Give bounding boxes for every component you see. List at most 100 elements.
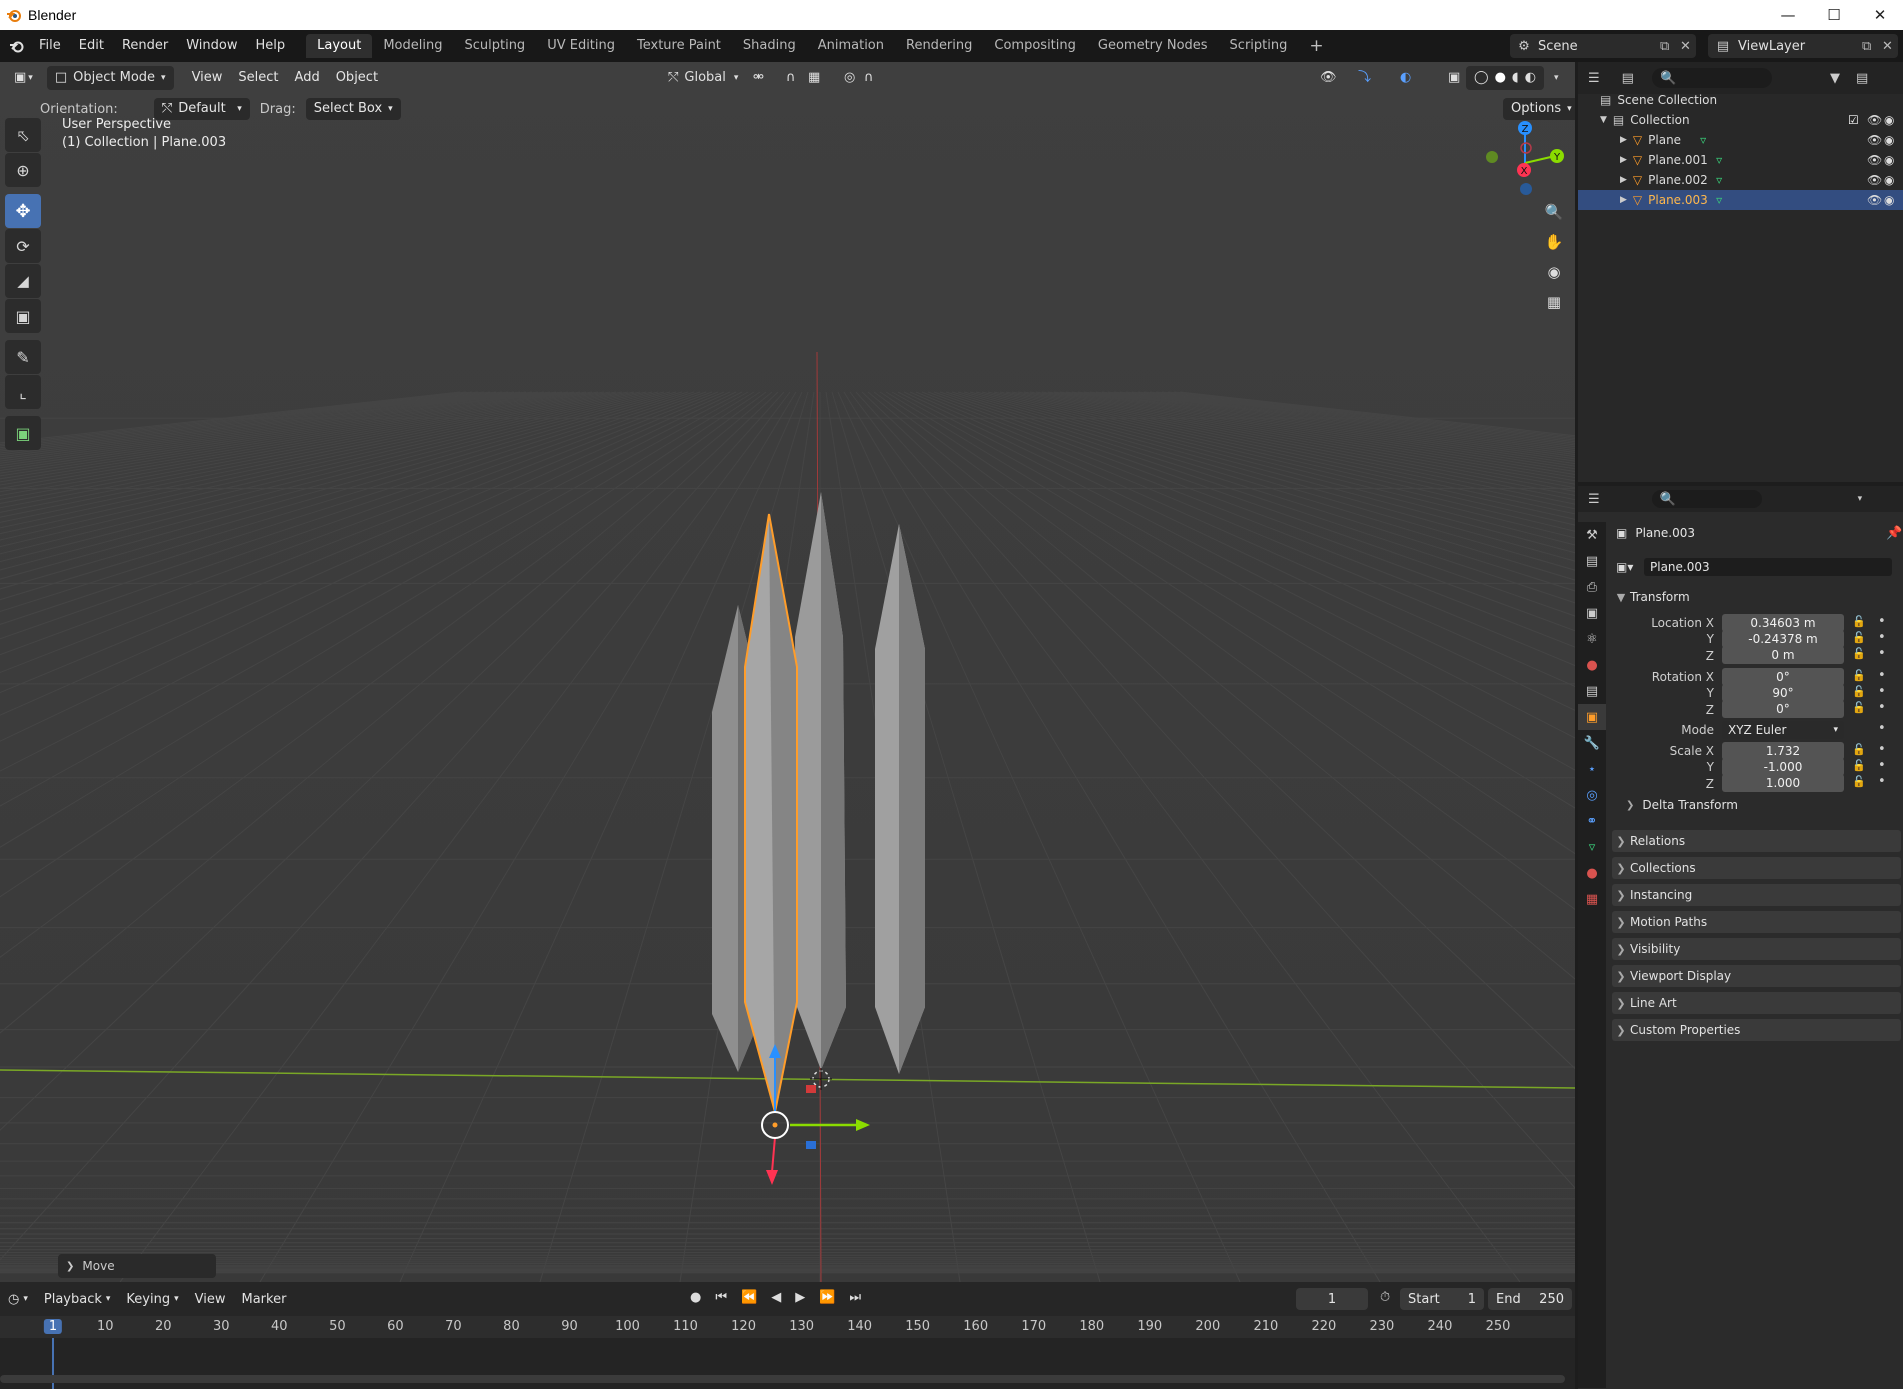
tab-sculpting[interactable]: Sculpting [453,34,536,58]
world-tab[interactable]: ● [1578,652,1606,678]
jump-end-icon[interactable]: ⏭ [849,1290,861,1305]
scene-tab[interactable]: ⚛ [1578,626,1606,652]
shading-options-chevron-icon[interactable]: ▾ [1554,73,1559,83]
eye-icon[interactable]: 👁 [1867,193,1882,207]
3d-viewport[interactable]: ▣ ▾ □ Object Mode ▾ View Select Add Objec… [0,62,1575,1282]
menu-window[interactable]: Window [177,30,246,62]
keyframe-dot-icon[interactable]: • [1878,684,1886,699]
gizmo-neg-z-icon[interactable] [1520,183,1532,195]
material-shading-icon[interactable]: ◖ [1512,66,1519,90]
keyframe-dot-icon[interactable]: • [1878,774,1886,789]
camera-icon[interactable]: ◉ [1884,133,1894,147]
prev-keyframe-icon[interactable]: ⏪ [741,1290,757,1305]
camera-icon[interactable]: ◉ [1884,113,1894,127]
outliner-item-plane[interactable]: ▶ ▽ Plane ▿ 👁 ◉ [1578,130,1903,150]
viewport-menu-view[interactable]: View [184,62,231,94]
tab-uv-editing[interactable]: UV Editing [536,34,626,58]
minimize-button[interactable]: — [1765,0,1811,30]
viewport-menu-select[interactable]: Select [230,62,286,94]
rendered-shading-icon[interactable]: ◐ [1525,66,1536,90]
transform-section-header[interactable]: ▼ Transform [1612,586,1901,608]
outliner-search-input[interactable]: 🔍 [1651,68,1772,88]
outliner-editor-icon[interactable]: ☰ [1588,71,1600,86]
camera-view-button[interactable]: ◉ [1540,258,1568,286]
transform-orientation-selector[interactable]: ⤲ Global ▾ [660,66,746,90]
object-tab[interactable]: ▣ [1578,704,1606,730]
overlay-toggle[interactable]: ◐ [1392,66,1419,90]
proportional-falloff-button[interactable]: ∩ [856,66,882,90]
relations-section[interactable]: ❯ Relations [1612,830,1901,852]
collection-tab[interactable]: ▤ [1578,678,1606,704]
timeline-menu-view[interactable]: View [187,1292,234,1307]
move-tool[interactable]: ✥ [5,194,41,228]
object-name-field[interactable]: Plane.003 [1644,558,1892,576]
close-icon[interactable]: ✕ [1680,39,1696,54]
lock-icon[interactable]: 🔓 [1852,685,1866,698]
camera-icon[interactable]: ◉ [1884,173,1894,187]
tab-animation[interactable]: Animation [807,34,895,58]
viewport-scene[interactable] [0,62,1575,1282]
copy-icon[interactable]: ⧉ [1862,39,1882,54]
tab-geometry-nodes[interactable]: Geometry Nodes [1087,34,1219,58]
eye-icon[interactable]: 👁 [1867,113,1882,127]
rotation-z-field[interactable]: 0° [1722,700,1844,718]
keyframe-dot-icon[interactable]: • [1878,700,1886,715]
motion-paths-section[interactable]: ❯ Motion Paths [1612,911,1901,933]
mode-selector[interactable]: □ Object Mode ▾ [46,66,174,90]
add-cube-tool[interactable]: ▣ [5,416,41,450]
expand-down-icon[interactable]: ▼ [1600,115,1607,125]
pan-button[interactable]: ✋ [1540,228,1568,256]
eye-icon[interactable]: 👁 [1867,173,1882,187]
outliner-item-plane-002[interactable]: ▶ ▽ Plane.002 ▿ 👁 ◉ [1578,170,1903,190]
custom-properties-section[interactable]: ❯ Custom Properties [1612,1019,1901,1041]
lock-icon[interactable]: 🔓 [1852,615,1866,628]
menu-render[interactable]: Render [113,30,177,62]
xray-toggle[interactable]: ▣ [1440,66,1468,90]
camera-icon[interactable]: ◉ [1884,153,1894,167]
menu-help[interactable]: Help [247,30,295,62]
camera-icon[interactable]: ◉ [1884,193,1894,207]
close-icon[interactable]: ✕ [1882,39,1898,54]
keyframe-dot-icon[interactable]: • [1878,630,1886,645]
navigation-gizmo[interactable]: Z Y X [1475,118,1565,208]
lock-icon[interactable]: 🔓 [1852,743,1866,756]
chevron-down-icon[interactable]: ▾ [1858,494,1863,504]
location-z-field[interactable]: 0 m [1722,646,1844,664]
select-box-tool[interactable]: ⬁ [5,118,41,152]
blender-menu-icon[interactable] [4,30,30,62]
menu-file[interactable]: File [30,30,70,62]
mesh-data-icon[interactable]: ▿ [1700,133,1706,147]
view-layer-selector[interactable]: ▤ ViewLayer ⧉ ✕ [1708,34,1898,58]
line-art-section[interactable]: ❯ Line Art [1612,992,1901,1014]
filter-icon[interactable]: ▼ [1830,71,1840,86]
copy-icon[interactable]: ⧉ [1660,39,1680,54]
new-collection-icon[interactable]: ▤ [1856,71,1868,86]
viewport-menu-add[interactable]: Add [287,62,328,94]
outliner-item-plane-001[interactable]: ▶ ▽ Plane.001 ▿ 👁 ◉ [1578,150,1903,170]
transform-tool[interactable]: ▣ [5,299,41,333]
start-frame-field[interactable]: Start 1 [1400,1288,1484,1310]
gizmo-toggle[interactable]: ⤵ [1350,66,1379,90]
scale-tool[interactable]: ◢ [5,264,41,298]
timeline-menu-playback[interactable]: Playback ▾ [36,1292,119,1307]
viewport-menu-object[interactable]: Object [328,62,386,94]
timeline-menu-marker[interactable]: Marker [233,1292,294,1307]
mesh-data-icon[interactable]: ▿ [1716,193,1722,207]
tab-shading[interactable]: Shading [732,34,807,58]
checkbox-icon[interactable]: ☑ [1848,113,1859,127]
keyframe-dot-icon[interactable]: • [1878,646,1886,661]
mesh-data-icon[interactable]: ▿ [1716,153,1722,167]
jump-start-icon[interactable]: ⏮ [715,1290,727,1305]
maximize-button[interactable]: ☐ [1811,0,1857,30]
outliner-item-plane-003[interactable]: ▶ ▽ Plane.003 ▿ 👁 ◉ [1578,190,1903,210]
next-keyframe-icon[interactable]: ⏩ [819,1290,835,1305]
eye-icon[interactable]: 👁 [1867,153,1882,167]
timeline-scrollbar[interactable] [0,1375,1565,1383]
mesh-data-icon[interactable]: ▿ [1716,173,1722,187]
stopwatch-icon[interactable]: ⏱ [1380,1290,1390,1305]
keyframe-dot-icon[interactable]: • [1878,721,1886,736]
expand-right-icon[interactable]: ▶ [1620,175,1627,185]
tab-rendering[interactable]: Rendering [895,34,983,58]
tool-tab[interactable]: ⚒ [1578,522,1606,548]
keyframe-dot-icon[interactable]: • [1878,668,1886,683]
